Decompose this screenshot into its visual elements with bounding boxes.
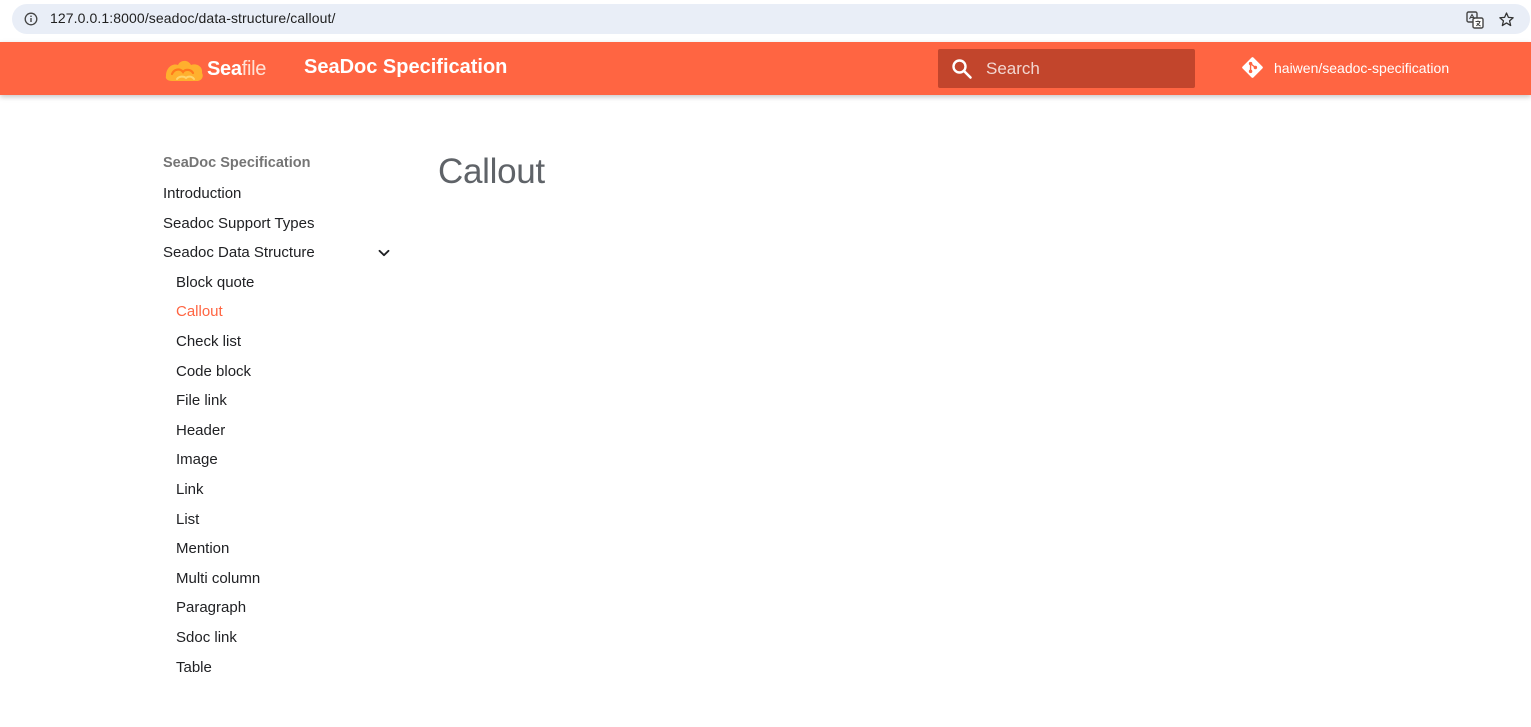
sidebar-item-sdoc-link[interactable]: Sdoc link [163, 623, 395, 653]
logo-wordmark-sea: Sea [207, 58, 242, 80]
sidebar-item-multi-column[interactable]: Multi column [163, 564, 395, 594]
logo-wordmark: Seafile [207, 58, 266, 81]
sidebar-item-list[interactable]: List [163, 505, 395, 535]
seafile-logo[interactable]: Seafile [163, 54, 267, 84]
translate-icon[interactable] [1466, 11, 1484, 29]
logo-wordmark-file: file [241, 58, 267, 80]
chevron-down-icon[interactable] [377, 246, 391, 260]
sidebar-item-link[interactable]: Link [163, 475, 395, 505]
sidebar-nav: SeaDoc Specification Introduction Seadoc… [163, 150, 395, 682]
search-icon[interactable] [950, 57, 974, 81]
info-circle-icon[interactable] [24, 12, 38, 26]
search-box[interactable] [938, 49, 1195, 88]
sidebar-item-block-quote[interactable]: Block quote [163, 268, 395, 298]
site-header: Seafile SeaDoc Specification haiwen/sead… [0, 42, 1531, 95]
page-title: Callout [438, 152, 545, 191]
git-icon [1242, 57, 1263, 78]
search-input[interactable] [986, 49, 1186, 88]
sidebar-item-mention[interactable]: Mention [163, 534, 395, 564]
sidebar-item-image[interactable]: Image [163, 445, 395, 475]
nav-heading: SeaDoc Specification [163, 155, 311, 171]
sidebar-item-label: Seadoc Data Structure [163, 244, 315, 262]
seafile-logo-icon [165, 60, 203, 81]
sidebar-item-file-link[interactable]: File link [163, 386, 395, 416]
browser-toolbar: 127.0.0.1:8000/seadoc/data-structure/cal… [0, 0, 1531, 42]
sidebar-item-code-block[interactable]: Code block [163, 357, 395, 387]
star-icon[interactable] [1498, 11, 1515, 28]
site-title[interactable]: SeaDoc Specification [304, 56, 507, 79]
sidebar-item-table[interactable]: Table [163, 653, 395, 683]
url-text[interactable]: 127.0.0.1:8000/seadoc/data-structure/cal… [50, 10, 335, 26]
address-bar[interactable]: 127.0.0.1:8000/seadoc/data-structure/cal… [12, 4, 1530, 34]
sidebar-item-seadoc-data-structure[interactable]: Seadoc Data Structure [163, 238, 395, 268]
repo-name: haiwen/seadoc-specification [1274, 60, 1450, 76]
sidebar-item-seadoc-support-types[interactable]: Seadoc Support Types [163, 209, 395, 239]
sidebar-item-paragraph[interactable]: Paragraph [163, 593, 395, 623]
sidebar-item-check-list[interactable]: Check list [163, 327, 395, 357]
sidebar-item-header[interactable]: Header [163, 416, 395, 446]
sidebar-item-introduction[interactable]: Introduction [163, 179, 395, 209]
sidebar-item-callout[interactable]: Callout [163, 297, 395, 327]
